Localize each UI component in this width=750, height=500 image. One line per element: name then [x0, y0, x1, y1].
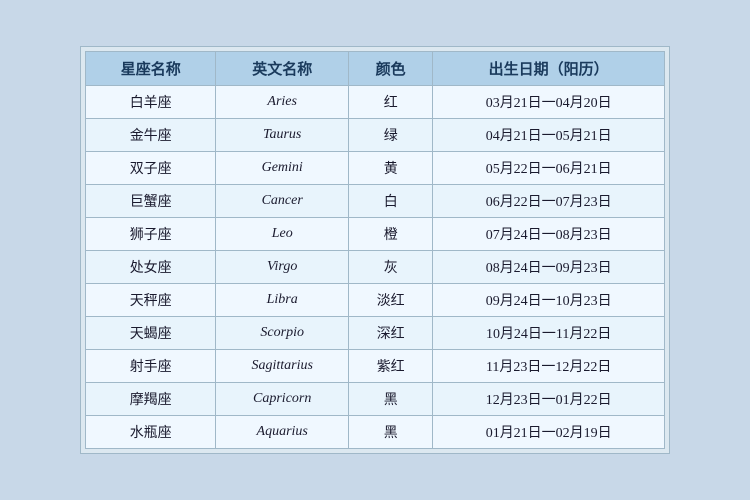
zodiac-table: 星座名称 英文名称 颜色 出生日期（阳历） 白羊座Aries红03月21日一04…	[85, 51, 665, 449]
table-row: 射手座Sagittarius紫红11月23日一12月22日	[86, 350, 665, 383]
cell-chinese-name: 狮子座	[86, 218, 216, 251]
cell-chinese-name: 处女座	[86, 251, 216, 284]
cell-date: 09月24日一10月23日	[433, 284, 665, 317]
cell-chinese-name: 金牛座	[86, 119, 216, 152]
zodiac-table-container: 星座名称 英文名称 颜色 出生日期（阳历） 白羊座Aries红03月21日一04…	[80, 46, 670, 454]
table-row: 双子座Gemini黄05月22日一06月21日	[86, 152, 665, 185]
cell-date: 01月21日一02月19日	[433, 416, 665, 449]
cell-date: 06月22日一07月23日	[433, 185, 665, 218]
cell-date: 11月23日一12月22日	[433, 350, 665, 383]
table-row: 狮子座Leo橙07月24日一08月23日	[86, 218, 665, 251]
cell-color: 绿	[349, 119, 433, 152]
cell-chinese-name: 水瓶座	[86, 416, 216, 449]
cell-english-name: Aries	[216, 86, 349, 119]
cell-date: 05月22日一06月21日	[433, 152, 665, 185]
table-body: 白羊座Aries红03月21日一04月20日金牛座Taurus绿04月21日一0…	[86, 86, 665, 449]
cell-english-name: Leo	[216, 218, 349, 251]
table-row: 巨蟹座Cancer白06月22日一07月23日	[86, 185, 665, 218]
cell-chinese-name: 天蝎座	[86, 317, 216, 350]
cell-english-name: Cancer	[216, 185, 349, 218]
header-english-name: 英文名称	[216, 52, 349, 86]
cell-english-name: Scorpio	[216, 317, 349, 350]
table-row: 白羊座Aries红03月21日一04月20日	[86, 86, 665, 119]
cell-english-name: Libra	[216, 284, 349, 317]
cell-color: 深红	[349, 317, 433, 350]
cell-chinese-name: 天秤座	[86, 284, 216, 317]
table-row: 天蝎座Scorpio深红10月24日一11月22日	[86, 317, 665, 350]
cell-color: 淡红	[349, 284, 433, 317]
cell-color: 灰	[349, 251, 433, 284]
cell-date: 12月23日一01月22日	[433, 383, 665, 416]
cell-chinese-name: 双子座	[86, 152, 216, 185]
cell-date: 10月24日一11月22日	[433, 317, 665, 350]
cell-date: 08月24日一09月23日	[433, 251, 665, 284]
cell-english-name: Taurus	[216, 119, 349, 152]
header-color: 颜色	[349, 52, 433, 86]
table-header-row: 星座名称 英文名称 颜色 出生日期（阳历）	[86, 52, 665, 86]
cell-color: 紫红	[349, 350, 433, 383]
cell-color: 白	[349, 185, 433, 218]
cell-english-name: Sagittarius	[216, 350, 349, 383]
header-chinese-name: 星座名称	[86, 52, 216, 86]
table-row: 金牛座Taurus绿04月21日一05月21日	[86, 119, 665, 152]
table-row: 摩羯座Capricorn黑12月23日一01月22日	[86, 383, 665, 416]
cell-english-name: Aquarius	[216, 416, 349, 449]
table-row: 处女座Virgo灰08月24日一09月23日	[86, 251, 665, 284]
cell-english-name: Capricorn	[216, 383, 349, 416]
cell-date: 07月24日一08月23日	[433, 218, 665, 251]
header-date: 出生日期（阳历）	[433, 52, 665, 86]
cell-chinese-name: 巨蟹座	[86, 185, 216, 218]
cell-english-name: Virgo	[216, 251, 349, 284]
cell-color: 黑	[349, 416, 433, 449]
cell-english-name: Gemini	[216, 152, 349, 185]
cell-color: 橙	[349, 218, 433, 251]
cell-chinese-name: 射手座	[86, 350, 216, 383]
cell-chinese-name: 白羊座	[86, 86, 216, 119]
cell-color: 黄	[349, 152, 433, 185]
cell-date: 04月21日一05月21日	[433, 119, 665, 152]
cell-color: 红	[349, 86, 433, 119]
cell-chinese-name: 摩羯座	[86, 383, 216, 416]
cell-color: 黑	[349, 383, 433, 416]
table-row: 天秤座Libra淡红09月24日一10月23日	[86, 284, 665, 317]
cell-date: 03月21日一04月20日	[433, 86, 665, 119]
table-row: 水瓶座Aquarius黑01月21日一02月19日	[86, 416, 665, 449]
